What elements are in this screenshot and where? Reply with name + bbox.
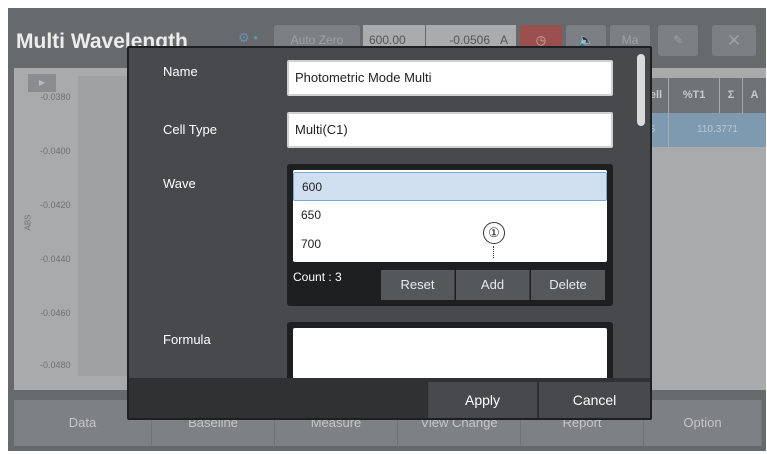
title-status-icons: ⚙ • [238,30,258,45]
table-header-t1: %T1 [669,78,719,113]
y-tick: -0.0420 [40,200,71,210]
nav-option-button[interactable]: Option [644,400,762,446]
settings-dialog: Name Photometric Mode Multi Cell Type Mu… [127,46,652,420]
table-cell[interactable]: 110.3771 [669,113,766,147]
wave-list-item[interactable]: 700 [293,230,607,259]
name-field[interactable]: Photometric Mode Multi [287,60,613,96]
graph-play-icon[interactable]: ▶ [28,74,56,92]
callout-marker: ① [483,222,505,244]
formula-label: Formula [163,332,211,347]
table-header-a: A [743,78,766,113]
close-icon[interactable]: ✕ [712,25,756,56]
y-tick: -0.0480 [40,360,71,370]
table-header-sigma: Σ [720,78,742,113]
wave-count: Count : 3 [293,270,342,284]
cell-type-field[interactable]: Multi(C1) [287,112,613,148]
wave-list-item[interactable]: 600 [293,172,607,201]
y-tick: -0.0400 [40,146,71,156]
dialog-scrollbar[interactable] [637,54,645,126]
wave-label: Wave [163,176,196,191]
name-label: Name [163,64,198,79]
results-table: Cell %T1 Σ A S 110.3771 [636,68,766,390]
formula-field[interactable] [293,328,607,378]
wave-panel: 600 650 700 ① Count : 3 Reset Add Delete [287,164,613,306]
cancel-button[interactable]: Cancel [538,382,650,418]
y-tick: -0.0380 [40,92,71,102]
wave-list[interactable]: 600 650 700 ① [293,170,607,262]
add-button[interactable]: Add [456,270,530,300]
callout-line [493,246,494,258]
y-tick: -0.0440 [40,254,71,264]
edit-icon[interactable]: ✎ [658,25,698,56]
y-axis-label: ABS [23,214,33,231]
apply-button[interactable]: Apply [427,382,537,418]
y-tick: -0.0460 [40,308,71,318]
cell-type-label: Cell Type [163,122,217,137]
delete-button[interactable]: Delete [531,270,605,300]
wave-list-item[interactable]: 650 [293,201,607,230]
formula-panel [287,322,613,378]
reset-button[interactable]: Reset [381,270,455,300]
dialog-body: Name Photometric Mode Multi Cell Type Mu… [129,48,650,378]
